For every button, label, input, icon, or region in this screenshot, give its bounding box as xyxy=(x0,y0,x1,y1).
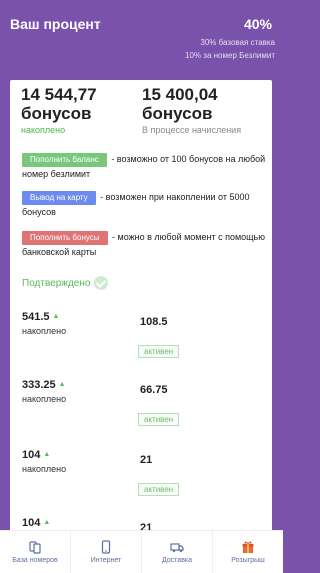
pending-stat: 15 400,04 бонусов В процессе начисления xyxy=(142,86,241,136)
status-badge: активен xyxy=(138,483,180,496)
nav-label: Интернет xyxy=(90,557,122,564)
row-amount: 541.5 ▲ xyxy=(22,311,60,323)
bonus-card: 14 544,77 бонусов накоплено 15 400,04 бо… xyxy=(10,80,272,535)
list-item[interactable]: 333.25 ▲ накоплено 66.75 активен xyxy=(10,379,272,447)
bonus-rate-text: 10% за номер Безлимит xyxy=(185,51,275,60)
nav-label: Розыгрыш xyxy=(231,557,265,564)
nav-item-giveaway[interactable]: Розыгрыш xyxy=(213,531,283,573)
arrow-up-icon: ▲ xyxy=(52,313,60,320)
nav-label: База номеров xyxy=(12,557,58,564)
nav-item-numbers[interactable]: База номеров xyxy=(0,531,71,573)
topup-balance-button[interactable]: Пополнить баланс xyxy=(22,152,107,167)
arrow-up-icon: ▲ xyxy=(58,381,66,388)
row-value: 108.5 xyxy=(140,316,168,328)
base-rate-text: 30% базовая ставка xyxy=(200,38,275,47)
row-label: накоплено xyxy=(22,326,67,336)
row-amount: 104 ▲ xyxy=(22,449,51,461)
page-title: Ваш процент xyxy=(10,16,101,32)
phone-icon xyxy=(101,540,111,554)
percent-value: 40% xyxy=(243,16,272,32)
pending-value: 15 400,04 xyxy=(142,85,218,104)
confirmed-label: Подтверждено xyxy=(22,277,91,289)
bottom-nav: База номеров Интернет Доставка Розыгрыш xyxy=(0,530,283,573)
arrow-up-icon: ▲ xyxy=(43,451,51,458)
accumulated-stat: 14 544,77 бонусов накоплено xyxy=(21,86,97,136)
nav-item-internet[interactable]: Интернет xyxy=(71,531,142,573)
pending-label: В процессе начисления xyxy=(142,125,242,135)
row-label: накоплено xyxy=(22,394,67,404)
row-label: накоплено xyxy=(22,464,67,474)
topup-balance-info: Пополнить баланс - возможно от 100 бонус… xyxy=(22,152,267,182)
nav-item-delivery[interactable]: Доставка xyxy=(142,531,213,573)
status-badge: активен xyxy=(138,413,180,426)
row-amount: 333.25 ▲ xyxy=(22,379,66,391)
accumulated-value: 14 544,77 xyxy=(21,85,97,104)
gift-icon xyxy=(242,541,254,553)
sim-cards-icon xyxy=(29,541,41,554)
pending-unit: бонусов xyxy=(142,104,213,123)
accumulated-label: накоплено xyxy=(21,125,66,135)
row-value: 21 xyxy=(140,454,153,466)
topup-bonus-button[interactable]: Пополнить бонусы xyxy=(22,230,108,245)
row-value: 66.75 xyxy=(140,384,168,396)
check-icon xyxy=(94,276,109,290)
truck-icon xyxy=(170,543,184,553)
list-item[interactable]: 104 ▲ накоплено 21 активен xyxy=(10,449,272,517)
accumulated-unit: бонусов xyxy=(21,104,92,123)
header: Ваш процент 40% 30% базовая ставка 10% з… xyxy=(0,0,283,78)
list-item[interactable]: 541.5 ▲ накоплено 108.5 активен xyxy=(10,311,272,379)
confirmed-header: Подтверждено xyxy=(22,276,109,290)
withdraw-info: Вывод на карту - возможен при накоплении… xyxy=(22,190,267,220)
arrow-up-icon: ▲ xyxy=(43,519,51,526)
nav-label: Доставка xyxy=(161,557,193,564)
row-amount: 104 ▲ xyxy=(22,517,51,529)
topup-bonus-info: Пополнить бонусы - можно в любой момент … xyxy=(22,230,267,260)
status-badge: активен xyxy=(138,345,180,358)
withdraw-to-card-button[interactable]: Вывод на карту xyxy=(22,190,96,205)
